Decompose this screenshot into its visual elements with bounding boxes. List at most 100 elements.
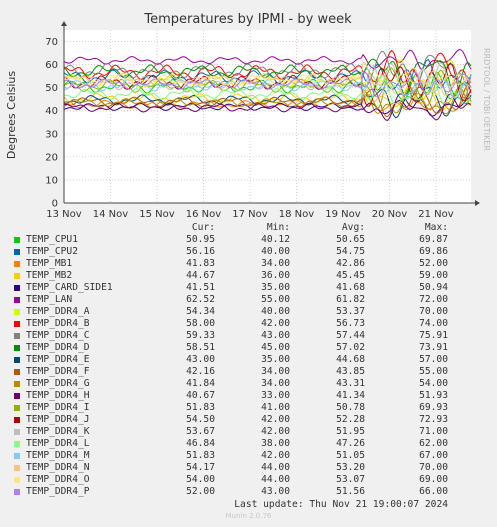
legend-avg: 47.26: [336, 438, 365, 449]
legend-cur: 54.34: [186, 306, 215, 317]
legend-max: 71.00: [419, 426, 448, 437]
legend-max: 57.00: [419, 354, 448, 365]
chart-title: Temperatures by IPMI - by week: [143, 12, 352, 27]
legend-min: 41.00: [261, 402, 290, 413]
y-axis-label: Degrees Celsius: [5, 71, 18, 160]
legend-cur: 46.84: [186, 438, 215, 449]
last-update: Last update: Thu Nov 21 19:00:07 2024: [234, 499, 448, 510]
legend-max: 70.00: [419, 462, 448, 473]
legend-avg: 50.65: [336, 234, 365, 245]
legend-row: TEMP_DDR4_D 58.51 45.00 57.02 73.91: [0, 342, 497, 354]
legend-cur: 52.00: [186, 486, 215, 497]
legend-min: 40.12: [261, 234, 290, 245]
legend-min: 42.00: [261, 450, 290, 461]
legend-swatch: [14, 393, 20, 399]
legend-cur: 54.17: [186, 462, 215, 473]
legend-cur: 54.50: [186, 414, 215, 425]
legend-avg: 41.68: [336, 282, 365, 293]
y-tick-label: 50: [45, 83, 58, 94]
x-tick-label: 17 Nov: [232, 209, 268, 220]
legend-swatch: [14, 237, 20, 243]
legend-header-cur: Cur:: [191, 222, 215, 233]
legend-max: 55.00: [419, 366, 448, 377]
legend-min: 35.00: [261, 282, 290, 293]
legend-row: TEMP_DDR4_C 59.33 43.00 57.44 75.91: [0, 330, 497, 342]
legend-avg: 51.56: [336, 486, 365, 497]
legend-min: 42.00: [261, 414, 290, 425]
legend-cur: 50.95: [186, 234, 215, 245]
legend-row: TEMP_CPU2 56.16 40.00 54.75 69.86: [0, 246, 497, 258]
legend-avg: 42.86: [336, 258, 365, 269]
legend-avg: 61.82: [336, 294, 365, 305]
legend-row: TEMP_DDR4_B 58.00 42.00 56.73 74.00: [0, 318, 497, 330]
legend-name: TEMP_LAN: [26, 294, 73, 305]
legend-cur: 58.51: [186, 342, 215, 353]
legend-avg: 43.85: [336, 366, 365, 377]
y-tick-label: 0: [52, 199, 58, 210]
legend-max: 54.00: [419, 378, 448, 389]
legend-min: 43.00: [261, 330, 290, 341]
legend-min: 34.00: [261, 258, 290, 269]
legend-cur: 41.51: [186, 282, 215, 293]
x-tick-label: 20 Nov: [372, 209, 408, 220]
y-tick-label: 30: [45, 129, 58, 140]
legend-max: 66.00: [419, 486, 448, 497]
legend-name: TEMP_DDR4_K: [26, 426, 90, 437]
legend-max: 52.00: [419, 258, 448, 269]
y-tick-label: 20: [45, 152, 58, 163]
legend-max: 69.93: [419, 402, 448, 413]
legend-avg: 53.07: [336, 474, 365, 485]
legend-name: TEMP_DDR4_G: [26, 378, 90, 389]
legend-row: TEMP_DDR4_F 42.16 34.00 43.85 55.00: [0, 366, 497, 378]
legend-min: 40.00: [261, 306, 290, 317]
legend-max: 72.00: [419, 294, 448, 305]
legend-swatch: [14, 333, 20, 339]
legend-name: TEMP_DDR4_B: [26, 318, 90, 329]
legend-max: 62.00: [419, 438, 448, 449]
legend-avg: 44.68: [336, 354, 365, 365]
legend-swatch: [14, 273, 20, 279]
legend-row: TEMP_CPU1 50.95 40.12 50.65 69.87: [0, 234, 497, 246]
legend-name: TEMP_CPU2: [26, 246, 78, 257]
legend-max: 67.00: [419, 450, 448, 461]
legend-min: 36.00: [261, 270, 290, 281]
legend-name: TEMP_CPU1: [26, 234, 78, 245]
y-axis-arrow: [61, 21, 67, 26]
legend-avg: 57.02: [336, 342, 365, 353]
legend-name: TEMP_DDR4_O: [26, 474, 90, 485]
legend-header: Cur: Min: Avg: Max:: [0, 222, 497, 234]
x-tick-label: 15 Nov: [139, 209, 175, 220]
legend-swatch: [14, 309, 20, 315]
legend-name: TEMP_DDR4_M: [26, 450, 90, 461]
legend-cur: 44.67: [186, 270, 215, 281]
legend-row: TEMP_DDR4_I 51.83 41.00 50.78 69.93: [0, 402, 497, 414]
legend-name: TEMP_MB2: [26, 270, 73, 281]
legend-row: TEMP_DDR4_L 46.84 38.00 47.26 62.00: [0, 438, 497, 450]
y-tick-label: 40: [45, 106, 58, 117]
legend-max: 59.00: [419, 270, 448, 281]
legend-max: 69.87: [419, 234, 448, 245]
legend-max: 75.91: [419, 330, 448, 341]
legend-max: 69.86: [419, 246, 448, 257]
legend-max: 70.00: [419, 306, 448, 317]
legend-cur: 53.67: [186, 426, 215, 437]
legend-max: 72.93: [419, 414, 448, 425]
legend-avg: 57.44: [336, 330, 365, 341]
legend-cur: 43.00: [186, 354, 215, 365]
legend-cur: 62.52: [186, 294, 215, 305]
plot-area: [64, 30, 471, 203]
x-tick-label: 19 Nov: [325, 209, 361, 220]
legend-avg: 51.95: [336, 426, 365, 437]
x-tick-label: 21 Nov: [418, 209, 454, 220]
legend-swatch: [14, 357, 20, 363]
legend-swatch: [14, 321, 20, 327]
legend-avg: 53.20: [336, 462, 365, 473]
chart: Temperatures by IPMI - by week Degrees C…: [5, 12, 491, 220]
y-tick-label: 70: [45, 37, 58, 48]
legend-avg: 41.34: [336, 390, 365, 401]
legend-min: 34.00: [261, 366, 290, 377]
legend: Cur: Min: Avg: Max: TEMP_CPU1 50.95 40.12 5…: [0, 222, 497, 498]
legend-cur: 51.83: [186, 402, 215, 413]
legend-swatch: [14, 405, 20, 411]
legend-min: 42.00: [261, 318, 290, 329]
